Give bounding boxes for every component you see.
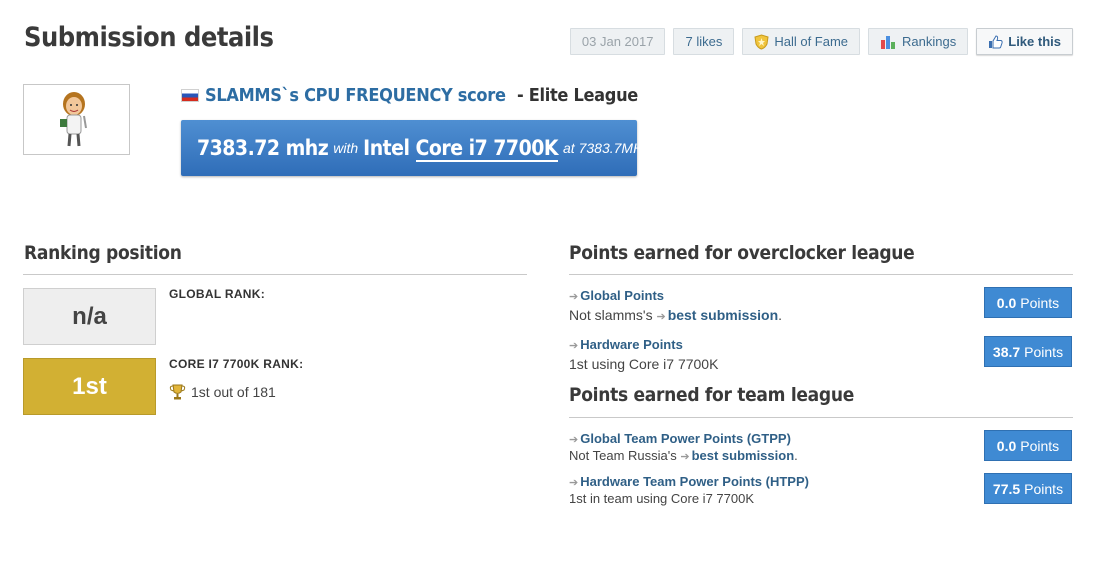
- likes-count[interactable]: 7 likes: [673, 28, 735, 55]
- trophy-icon: [169, 384, 186, 400]
- team-divider: [569, 417, 1073, 418]
- global-points-link[interactable]: Global Points: [580, 288, 664, 303]
- shield-icon: [754, 33, 769, 50]
- hardware-prefix: Intel: [363, 136, 416, 160]
- bar-chart-icon: [881, 36, 896, 49]
- points-unit: Points: [1024, 343, 1064, 360]
- league-name: Elite League: [528, 85, 639, 106]
- hardware-points-desc: 1st using Core i7 7700K: [569, 356, 719, 372]
- gtpp-points-badge[interactable]: 0.0 Points: [984, 430, 1072, 461]
- page-title: Submission details: [24, 22, 274, 53]
- desc-suffix: .: [794, 448, 798, 463]
- score-value: 7383.72 mhz: [197, 136, 329, 160]
- arrow-right-icon: ➔: [569, 340, 579, 352]
- league-separator: -: [511, 85, 529, 106]
- points-unit: Points: [1020, 437, 1060, 454]
- team-league-heading: Points earned for team league: [569, 384, 855, 406]
- thumbs-up-icon: [989, 34, 1003, 48]
- global-rank-label: GLOBAL RANK:: [169, 287, 266, 301]
- desc-suffix: .: [778, 307, 783, 323]
- hardware-rank-detail: 1st out of 181: [169, 384, 276, 400]
- like-this-button[interactable]: Like this: [976, 28, 1073, 55]
- hardware-model-link[interactable]: Core i7 7700K: [415, 136, 559, 162]
- score-frequency: at 7383.7MHz: [563, 140, 651, 156]
- global-points-badge[interactable]: 0.0 Points: [984, 287, 1072, 318]
- avatar-image: [60, 92, 87, 147]
- hall-of-fame-button[interactable]: Hall of Fame: [742, 28, 861, 55]
- global-points-desc: Not slamms's ➔ best submission.: [569, 307, 782, 323]
- ranking-heading: Ranking position: [24, 242, 182, 264]
- russia-flag-icon: [181, 89, 199, 102]
- arrow-right-icon: ➔: [569, 434, 579, 446]
- hardware-rank-box: 1st: [23, 358, 156, 415]
- htpp-points-badge[interactable]: 77.5 Points: [984, 473, 1072, 504]
- score-box: 7383.72 mhz with Intel Core i7 7700K at …: [181, 120, 650, 176]
- global-points-desc-text: Not slamms's: [569, 307, 657, 323]
- rankings-button[interactable]: Rankings: [868, 28, 969, 55]
- htpp-desc: 1st in team using Core i7 7700K: [569, 491, 754, 506]
- submission-user-link[interactable]: SLAMMS`s CPU FREQUENCY score: [205, 85, 506, 106]
- hardware-points-row: ➔ Hardware Points 1st using Core i7 7700K: [569, 336, 718, 372]
- gtpp-desc-text: Not Team Russia's: [569, 448, 681, 463]
- gtpp-desc: Not Team Russia's ➔ best submission.: [569, 448, 798, 463]
- submission-league: - Elite League: [512, 85, 638, 106]
- ranking-divider: [23, 274, 527, 275]
- hardware-points-link[interactable]: Hardware Points: [580, 337, 683, 352]
- team-best-submission-link[interactable]: best submission: [692, 448, 795, 463]
- rankings-label: Rankings: [902, 34, 957, 49]
- arrow-right-icon: ➔: [656, 311, 666, 323]
- arrow-right-icon: ➔: [569, 477, 579, 489]
- submission-heading: SLAMMS`s CPU FREQUENCY score - Elite Lea…: [181, 85, 638, 106]
- gtpp-row: ➔ Global Team Power Points (GTPP) Not Tea…: [569, 430, 798, 463]
- overclocker-divider: [569, 274, 1073, 275]
- score-hardware[interactable]: Intel Core i7 7700K: [363, 136, 559, 162]
- hardware-rank-text: 1st out of 181: [191, 384, 276, 400]
- points-value: 0.0: [996, 437, 1017, 454]
- htpp-row: ➔ Hardware Team Power Points (HTPP) 1st i…: [569, 473, 809, 506]
- top-actions: 03 Jan 2017 7 likes Hall of Fame Ranking…: [569, 28, 1073, 55]
- global-points-row: ➔ Global Points Not slamms's ➔ best submis…: [569, 287, 782, 323]
- hall-of-fame-label: Hall of Fame: [774, 34, 849, 49]
- arrow-right-icon: ➔: [680, 451, 690, 463]
- overclocker-league-heading: Points earned for overclocker league: [569, 242, 915, 264]
- best-submission-link[interactable]: best submission: [668, 307, 778, 323]
- arrow-right-icon: ➔: [569, 291, 579, 303]
- htpp-link[interactable]: Hardware Team Power Points (HTPP): [580, 474, 809, 489]
- avatar[interactable]: [23, 84, 130, 155]
- gtpp-link[interactable]: Global Team Power Points (GTPP): [580, 431, 791, 446]
- points-value: 38.7: [992, 343, 1021, 360]
- score-with: with: [333, 140, 359, 156]
- like-this-label: Like this: [1008, 34, 1061, 49]
- points-value: 77.5: [992, 480, 1021, 497]
- points-value: 0.0: [996, 294, 1017, 311]
- global-rank-box: n/a: [23, 288, 156, 345]
- submission-date: 03 Jan 2017: [569, 28, 666, 55]
- hardware-points-badge[interactable]: 38.7 Points: [984, 336, 1072, 367]
- hardware-rank-label: CORE I7 7700K RANK:: [169, 357, 304, 371]
- points-unit: Points: [1020, 294, 1060, 311]
- points-unit: Points: [1024, 480, 1064, 497]
